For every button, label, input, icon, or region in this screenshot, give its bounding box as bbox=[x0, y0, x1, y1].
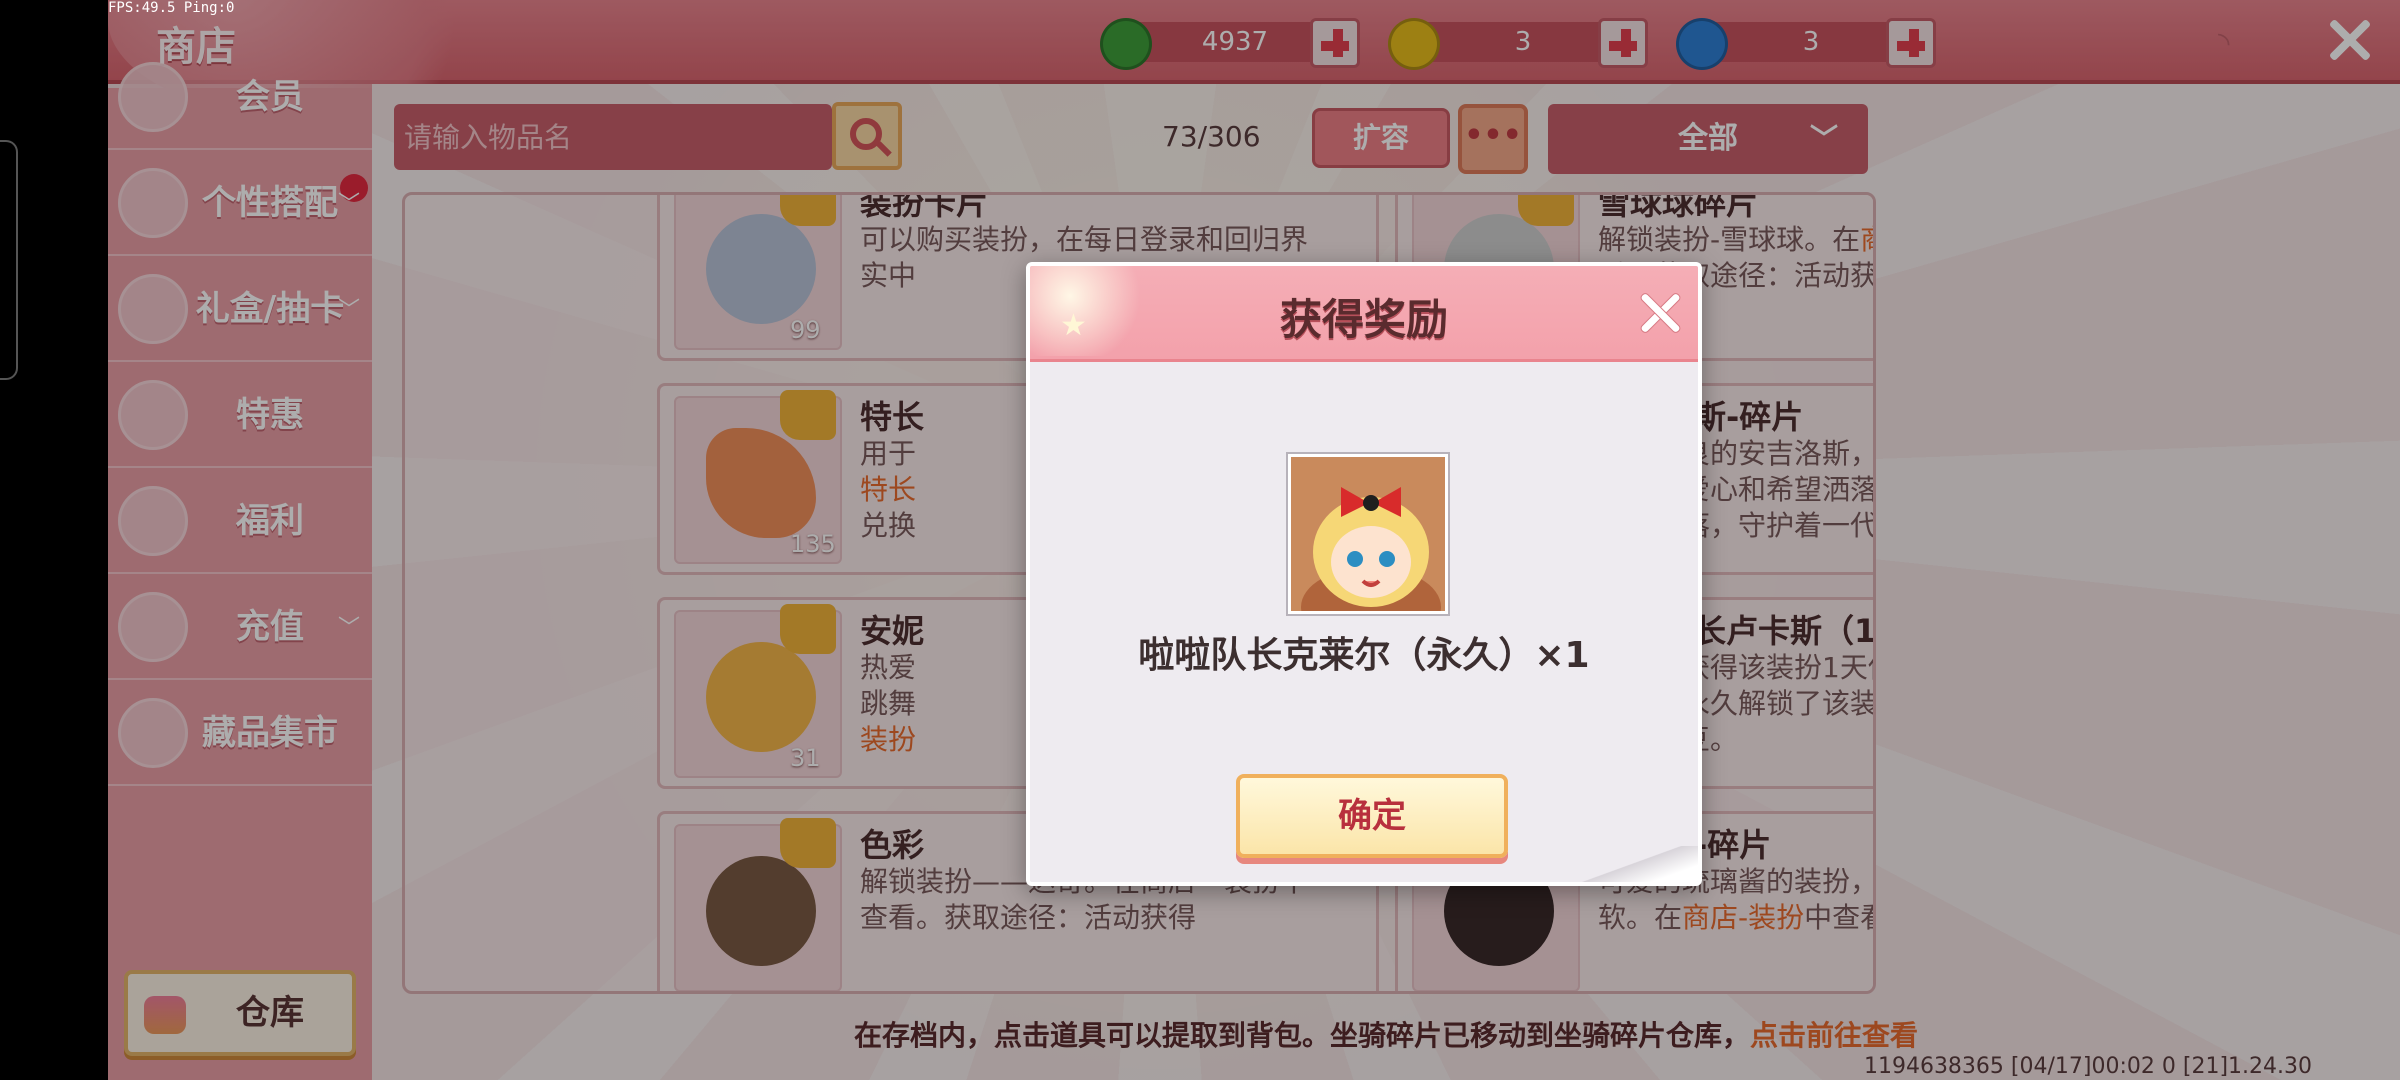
confirm-button[interactable]: 确定 bbox=[1236, 774, 1508, 858]
shop-screen: 商店 4937 3 3 ◝ 会员 个性搭配 ﹀ 礼盒/抽卡 ﹀ 特惠 福利 充值… bbox=[108, 0, 2400, 1080]
page-curl-decoration bbox=[1572, 846, 1698, 882]
dialog-header: ★ 获得奖励 bbox=[1030, 266, 1698, 362]
dialog-title: 获得奖励 bbox=[1279, 295, 1448, 344]
reward-item-name: 啦啦队长克莱尔（永久）×1 bbox=[1138, 635, 1590, 676]
fps-counter: FPS:49.5 Ping:0 bbox=[108, 0, 235, 16]
character-portrait-icon bbox=[1291, 457, 1445, 611]
close-dialog-button[interactable] bbox=[1636, 288, 1686, 338]
reward-dialog: ★ 获得奖励 啦啦队长克莱尔（永久）×1 确定 bbox=[1026, 262, 1702, 886]
edge-handle[interactable] bbox=[0, 140, 18, 380]
screen: FPS:49.5 Ping:0 商店 4937 3 3 ◝ 会员 个性搭配 ﹀ … bbox=[0, 0, 2400, 1080]
reward-item-thumbnail bbox=[1288, 454, 1448, 614]
